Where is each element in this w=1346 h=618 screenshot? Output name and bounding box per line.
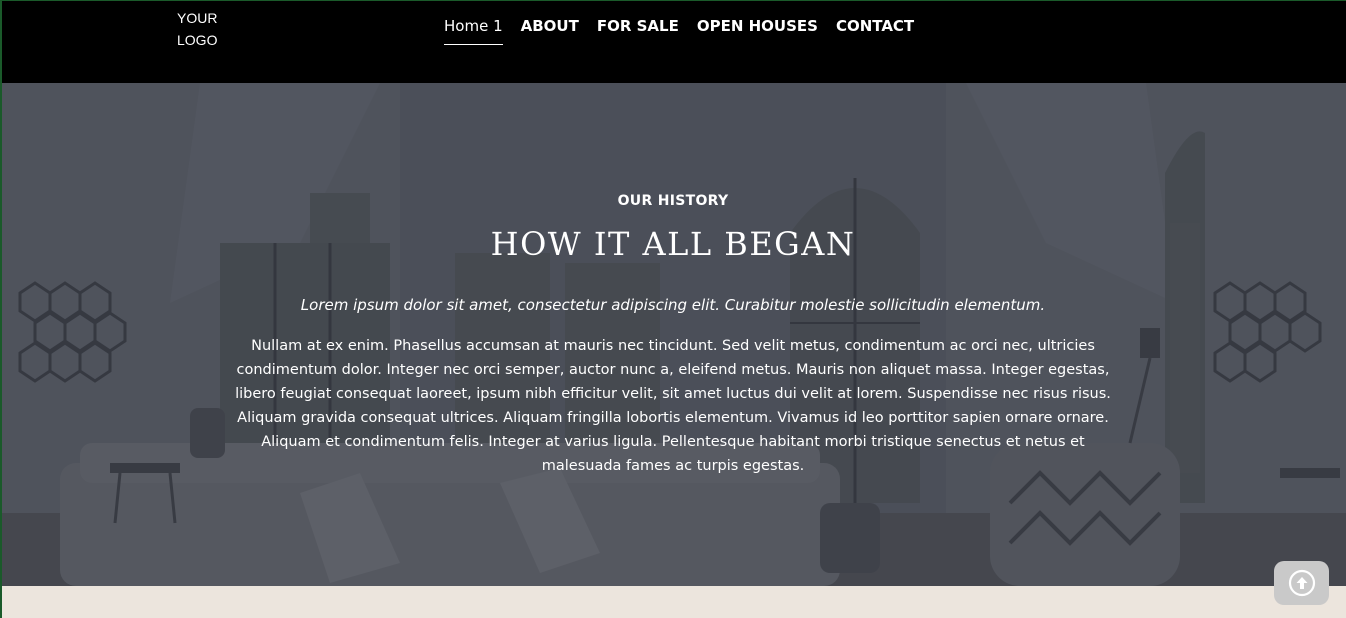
logo-line-1: YOUR — [177, 10, 218, 26]
nav-item-open-houses[interactable]: OPEN HOUSES — [697, 17, 818, 45]
nav-item-contact[interactable]: CONTACT — [836, 17, 914, 45]
main-nav: Home 1 ABOUT FOR SALE OPEN HOUSES CONTAC… — [444, 17, 914, 45]
site-header: YOUR LOGO Home 1 ABOUT FOR SALE OPEN HOU… — [0, 0, 1346, 83]
nav-item-for-sale[interactable]: FOR SALE — [597, 17, 679, 45]
section-body: Nullam at ex enim. Phasellus accumsan at… — [235, 338, 1111, 474]
history-hero: OUR HISTORY HOW IT ALL BEGAN Lorem ipsum… — [0, 83, 1346, 586]
section-title: HOW IT ALL BEGAN — [490, 225, 856, 263]
nav-item-about[interactable]: ABOUT — [521, 17, 579, 45]
section-eyebrow: OUR HISTORY — [617, 193, 729, 209]
arrow-up-circle-icon — [1288, 569, 1315, 597]
scroll-to-top-button[interactable] — [1274, 561, 1329, 605]
window-edge-left — [0, 0, 2, 618]
next-section-band — [0, 586, 1346, 618]
site-logo[interactable]: YOUR LOGO — [177, 7, 237, 51]
section-lead: Lorem ipsum dolor sit amet, consectetur … — [300, 296, 1046, 314]
logo-line-2: LOGO — [177, 32, 218, 48]
page: YOUR LOGO Home 1 ABOUT FOR SALE OPEN HOU… — [0, 0, 1346, 618]
window-edge-top — [0, 0, 1346, 1]
nav-item-home[interactable]: Home 1 — [444, 17, 503, 45]
